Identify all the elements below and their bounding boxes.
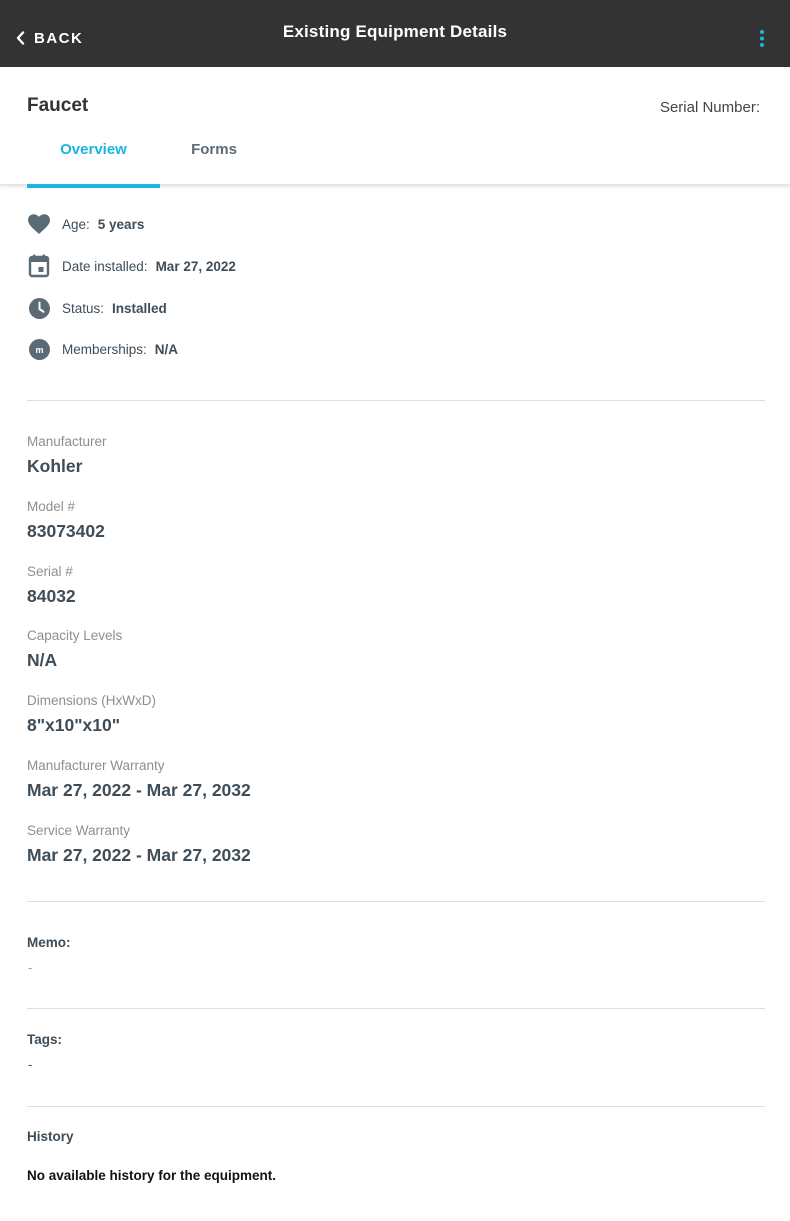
date-installed-label: Date installed:	[62, 258, 148, 274]
memberships-row: m Memberships: N/A	[27, 336, 178, 362]
tab-overview[interactable]: Overview	[27, 130, 160, 188]
manufacturer-value: Kohler	[27, 456, 83, 476]
active-tab-indicator	[27, 184, 160, 188]
tags-value: -	[28, 1057, 33, 1072]
date-installed-value: Mar 27, 2022	[155, 258, 236, 274]
tab-forms-label: Forms	[191, 141, 237, 158]
tab-overview-label: Overview	[60, 141, 127, 158]
more-vertical-icon	[760, 30, 764, 47]
capacity-levels-value: N/A	[27, 650, 58, 670]
serial-number-label: Serial Number:	[659, 99, 760, 116]
divider	[27, 901, 765, 902]
status-row: Status: Installed	[27, 295, 167, 321]
age-label: Age:	[62, 216, 90, 232]
clock-icon	[27, 296, 51, 320]
more-options-button[interactable]	[752, 28, 772, 50]
equipment-header: Faucet Serial Number: Overview Forms	[0, 67, 790, 188]
model-value: 83073402	[27, 521, 105, 541]
status-value: Installed	[112, 300, 167, 316]
manufacturer-warranty-label: Manufacturer Warranty	[27, 758, 165, 773]
service-warranty-label: Service Warranty	[27, 823, 131, 838]
serial-value: 84032	[27, 586, 76, 606]
page-title: Existing Equipment Details	[282, 22, 508, 41]
memberships-value: N/A	[154, 341, 179, 357]
memo-value: -	[28, 960, 33, 975]
divider	[27, 400, 765, 401]
membership-icon: m	[27, 337, 51, 361]
manufacturer-label: Manufacturer	[27, 434, 107, 449]
top-app-bar: BACK Existing Equipment Details	[0, 0, 790, 67]
memo-title: Memo:	[27, 935, 71, 950]
service-warranty-value: Mar 27, 2022 - Mar 27, 2032	[27, 845, 251, 865]
capacity-levels-label: Capacity Levels	[27, 628, 123, 643]
age-value: 5 years	[97, 216, 145, 232]
manufacturer-warranty-value: Mar 27, 2022 - Mar 27, 2032	[27, 780, 251, 800]
divider	[27, 1008, 765, 1009]
dimensions-label: Dimensions (HxWxD)	[27, 693, 157, 708]
divider	[27, 1106, 765, 1107]
history-empty-message: No available history for the equipment.	[27, 1168, 277, 1183]
equipment-name: Faucet	[27, 95, 89, 116]
serial-label: Serial #	[27, 564, 73, 579]
age-row: Age: 5 years	[27, 211, 144, 237]
memberships-label: Memberships:	[62, 341, 147, 357]
membership-icon-letter: m	[35, 345, 43, 355]
tags-title: Tags:	[27, 1032, 63, 1047]
dimensions-value: 8"x10"x10"	[27, 715, 121, 735]
heart-icon	[27, 212, 51, 236]
date-installed-row: Date installed: Mar 27, 2022	[27, 253, 236, 279]
calendar-icon	[27, 254, 51, 278]
tab-forms[interactable]: Forms	[160, 130, 268, 186]
history-title: History	[27, 1129, 74, 1144]
status-label: Status:	[62, 300, 105, 316]
model-label: Model #	[27, 499, 76, 514]
